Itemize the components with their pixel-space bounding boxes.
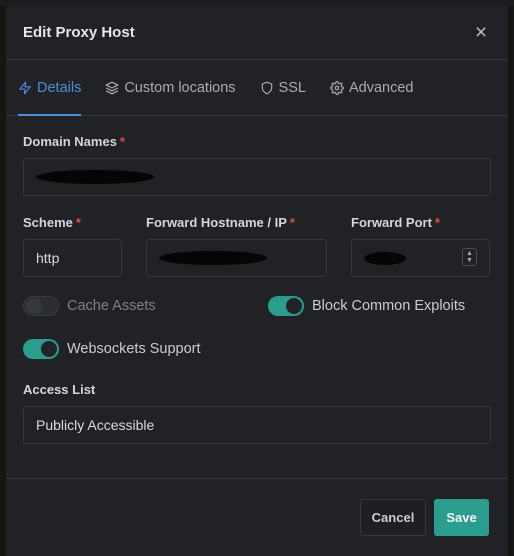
- domain-names-input[interactable]: [23, 158, 491, 196]
- block-exploits-toggle[interactable]: [268, 296, 304, 316]
- websockets-label: Websockets Support: [67, 341, 201, 357]
- required-marker: *: [75, 215, 81, 230]
- domain-names-label: Domain Names *: [23, 134, 125, 149]
- form-body: Domain Names * Scheme * http Forward Hostn…: [6, 116, 508, 444]
- modal-title: Edit Proxy Host: [23, 24, 135, 41]
- required-marker: *: [289, 215, 295, 230]
- edit-proxy-host-modal: Edit Proxy Host × Details Custom locatio…: [6, 6, 508, 556]
- tab-advanced-label: Advanced: [348, 79, 414, 96]
- block-exploits-label: Block Common Exploits: [312, 298, 466, 314]
- access-list-select[interactable]: Publicly Accessible: [23, 406, 491, 444]
- forward-hostname-label: Forward Hostname / IP *: [146, 215, 295, 230]
- modal-footer: Cancel Save: [6, 478, 508, 556]
- toggle-knob: [41, 341, 57, 357]
- access-list-label: Access List: [23, 382, 96, 397]
- tab-ssl[interactable]: SSL: [260, 60, 306, 115]
- modal-header: Edit Proxy Host ×: [6, 6, 508, 60]
- forward-port-label: Forward Port *: [351, 215, 440, 230]
- toggle-knob: [26, 298, 42, 314]
- chevron-up-icon[interactable]: ▲: [466, 250, 473, 257]
- required-marker: *: [119, 134, 125, 149]
- gear-icon: [330, 80, 344, 95]
- forward-port-input[interactable]: ▲ ▼: [351, 239, 490, 277]
- tab-advanced[interactable]: Advanced: [330, 60, 414, 115]
- toggle-knob: [286, 298, 302, 314]
- cache-assets-toggle[interactable]: [23, 296, 59, 316]
- close-button[interactable]: ×: [471, 22, 491, 43]
- tab-details-label: Details: [37, 79, 82, 96]
- shield-icon: [261, 81, 272, 94]
- chevron-down-icon[interactable]: ▼: [466, 257, 473, 264]
- scheme-label: Scheme *: [23, 215, 81, 230]
- lightning-icon: [19, 81, 31, 94]
- scheme-input[interactable]: http: [23, 239, 122, 277]
- scheme-value: http: [36, 250, 60, 266]
- redacted-value: [364, 251, 406, 265]
- tab-custom-locations-label: Custom locations: [124, 79, 236, 96]
- tab-custom-locations[interactable]: Custom locations: [105, 60, 236, 115]
- redacted-value: [36, 170, 154, 184]
- tab-details[interactable]: Details: [18, 60, 82, 116]
- layers-icon: [105, 81, 119, 94]
- required-marker: *: [434, 215, 440, 230]
- save-button[interactable]: Save: [434, 499, 489, 536]
- cache-assets-label: Cache Assets: [67, 298, 156, 314]
- tab-ssl-label: SSL: [278, 79, 306, 96]
- port-stepper[interactable]: ▲ ▼: [462, 248, 477, 266]
- access-list-value: Publicly Accessible: [36, 417, 155, 433]
- websockets-toggle[interactable]: [23, 339, 59, 359]
- forward-hostname-input[interactable]: [146, 239, 327, 277]
- cancel-button[interactable]: Cancel: [360, 499, 426, 536]
- tab-bar: Details Custom locations SSL Advanced: [6, 60, 508, 116]
- redacted-value: [159, 251, 267, 265]
